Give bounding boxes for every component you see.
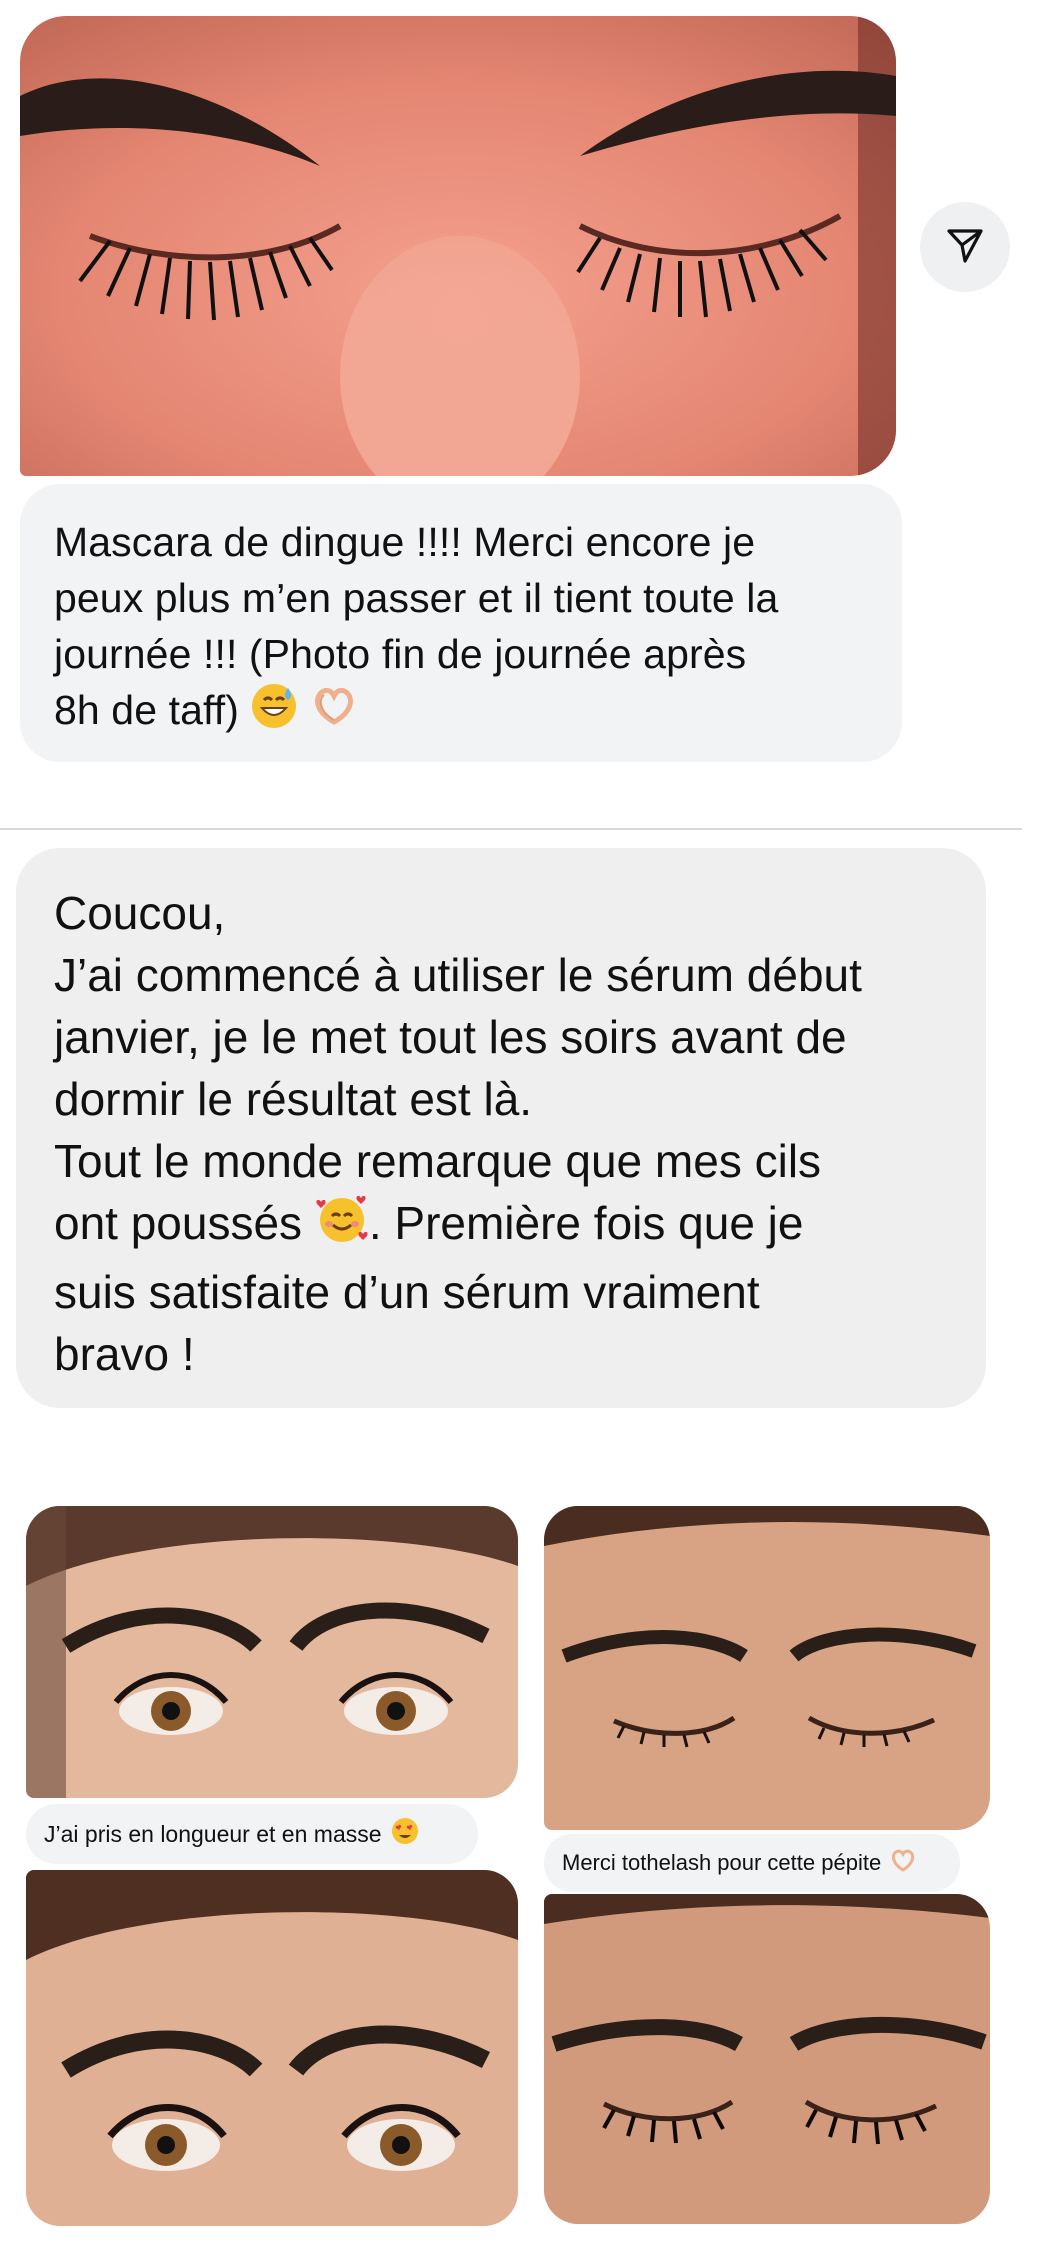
message-line: journée !!! (Photo fin de journée après — [54, 631, 747, 677]
message-line: Tout le monde remarque que mes cils — [54, 1135, 822, 1187]
message-line: suis satisfaite d’un sérum vraiment — [54, 1266, 760, 1319]
message-line: janvier, je le met tout les soirs avant … — [54, 1011, 847, 1063]
message-line: 8h de taff) — [54, 687, 239, 733]
paper-plane-icon — [945, 225, 985, 270]
message-bubble-review-mascara: Mascara de dingue !!!! Merci encore je p… — [20, 484, 902, 762]
message-line: . Première fois que je — [368, 1197, 804, 1249]
photo-eyes-closed-after[interactable] — [544, 1894, 990, 2224]
message-line: peux plus m’en passer et il tient toute … — [54, 575, 779, 621]
photo-eyes-open-upward-1[interactable] — [26, 1506, 518, 1798]
caption-text: Merci tothelash pour cette pépite — [562, 1850, 882, 1875]
photo-closed-eyes-mascara[interactable] — [20, 16, 896, 476]
heart-hands-emoji — [889, 1846, 917, 1880]
grinning-sweat-emoji — [250, 682, 298, 744]
message-line: ont poussés — [54, 1197, 303, 1249]
message-line: bravo ! — [54, 1328, 195, 1381]
message-line: Coucou, — [54, 887, 226, 939]
message-line: J’ai commencé à utiliser le sérum début — [54, 949, 862, 1001]
section-divider — [0, 828, 1022, 830]
caption-text: J’ai pris en longueur et en masse — [44, 1820, 382, 1847]
heart-eyes-emoji — [390, 1816, 420, 1852]
message-text: Mascara de dingue !!!! Merci encore je p… — [54, 514, 868, 744]
caption-bubble-right: Merci tothelash pour cette pépite — [544, 1834, 960, 1892]
photo-eyes-closed-before[interactable] — [544, 1506, 990, 1830]
message-bubble-review-serum: Coucou, J’ai commencé à utiliser le séru… — [16, 848, 986, 1408]
message-line: dormir le résultat est là. — [54, 1073, 533, 1125]
heart-hands-emoji — [310, 682, 358, 744]
message-text: Coucou, J’ai commencé à utiliser le séru… — [54, 882, 948, 1385]
smiling-face-with-hearts-emoji — [315, 1192, 369, 1261]
caption-bubble-left: J’ai pris en longueur et en masse — [26, 1804, 478, 1864]
share-button[interactable] — [920, 202, 1010, 292]
photo-eyes-open-upward-2[interactable] — [26, 1870, 518, 2226]
message-line: Mascara de dingue !!!! Merci encore je — [54, 519, 756, 565]
